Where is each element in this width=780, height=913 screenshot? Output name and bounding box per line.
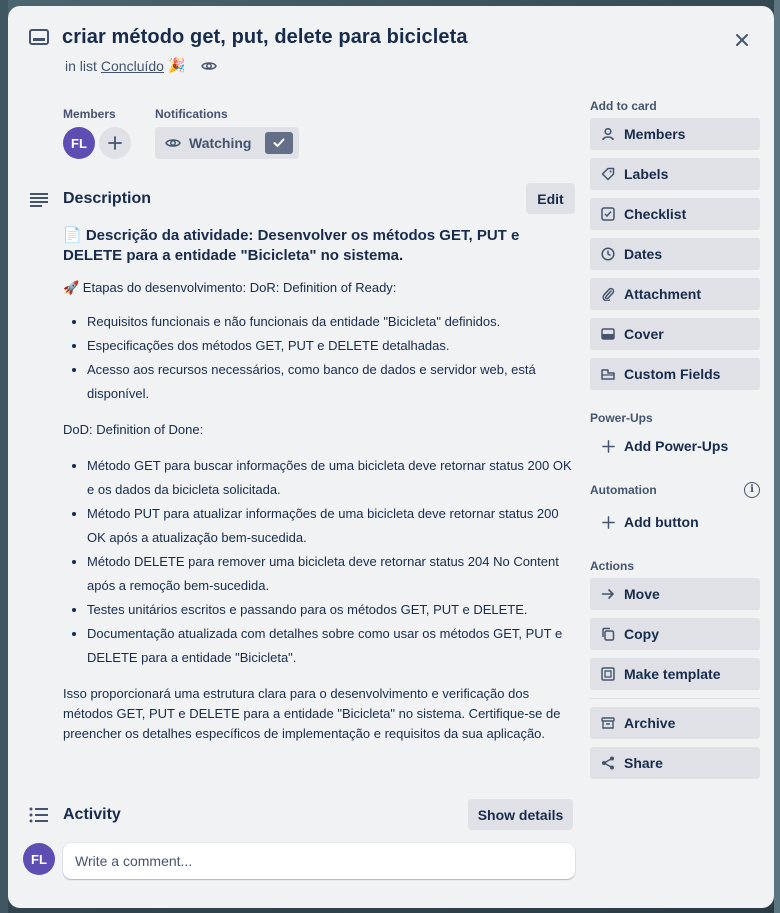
board-right-edge xyxy=(774,0,780,913)
eye-icon xyxy=(201,58,218,74)
copy-button[interactable]: Copy xyxy=(590,618,760,650)
add-button-button[interactable]: Add button xyxy=(590,506,760,538)
watching-button[interactable]: Watching xyxy=(155,127,300,159)
add-powerups-label: Add Power-Ups xyxy=(624,438,729,454)
activity-icon xyxy=(28,804,50,826)
list-item: Método DELETE para remover uma bicicleta… xyxy=(87,550,578,598)
make-template-button-label: Make template xyxy=(624,666,721,682)
watching-label: Watching xyxy=(189,135,252,151)
check-icon xyxy=(265,132,294,154)
cover-button-label: Cover xyxy=(624,326,664,342)
comment-input[interactable] xyxy=(63,843,575,879)
plus-icon xyxy=(108,136,122,150)
card-detail-modal: criar método get, put, delete para bicic… xyxy=(8,6,774,908)
dates-button-label: Dates xyxy=(624,246,663,262)
card-icon xyxy=(28,28,50,46)
copy-button-label: Copy xyxy=(624,626,659,642)
attachment-button[interactable]: Attachment xyxy=(590,278,760,310)
dor-list: Requisitos funcionais e não funcionais d… xyxy=(63,310,578,406)
card-sidebar: Add to card Members Labels Checklist Dat… xyxy=(590,96,760,787)
close-button[interactable] xyxy=(728,26,756,54)
edit-description-button[interactable]: Edit xyxy=(526,183,575,214)
archive-icon xyxy=(600,715,616,731)
labels-button[interactable]: Labels xyxy=(590,158,760,190)
list-name-link[interactable]: Concluído xyxy=(101,58,164,74)
clock-icon xyxy=(600,246,616,262)
member-avatar[interactable]: FL xyxy=(63,127,95,159)
plus-icon xyxy=(600,514,616,530)
actions-label: Actions xyxy=(590,559,635,573)
description-heading: 📄 Descrição da atividade: Desenvolver os… xyxy=(63,227,520,264)
show-details-button[interactable]: Show details xyxy=(468,799,573,830)
arrow-right-icon xyxy=(600,586,616,602)
share-button[interactable]: Share xyxy=(590,747,760,779)
description-icon xyxy=(28,189,50,211)
tag-icon xyxy=(600,166,616,182)
custom-fields-icon xyxy=(600,366,616,382)
cover-button[interactable]: Cover xyxy=(590,318,760,350)
dod-list: Método GET para buscar informações de um… xyxy=(63,454,578,670)
custom-fields-button-label: Custom Fields xyxy=(624,366,721,382)
copy-icon xyxy=(600,626,616,642)
list-item: Testes unitários escritos e passando par… xyxy=(87,598,578,622)
share-icon xyxy=(600,755,616,771)
description-body[interactable]: 📄 Descrição da atividade: Desenvolver os… xyxy=(63,226,578,744)
list-item: Requisitos funcionais e não funcionais d… xyxy=(87,310,578,334)
archive-button[interactable]: Archive xyxy=(590,707,760,739)
move-button-label: Move xyxy=(624,586,660,602)
info-icon[interactable]: i xyxy=(744,482,760,498)
card-title[interactable]: criar método get, put, delete para bicic… xyxy=(62,26,468,49)
checklist-icon xyxy=(600,206,616,222)
add-powerups-button[interactable]: Add Power-Ups xyxy=(590,430,760,462)
notifications-label: Notifications xyxy=(155,107,228,121)
automation-label: Automation i xyxy=(590,480,760,500)
description-dod-line: DoD: Definition of Done: xyxy=(63,422,204,437)
share-button-label: Share xyxy=(624,755,663,771)
powerups-label: Power-Ups xyxy=(590,411,653,425)
list-item: Método PUT para atualizar informações de… xyxy=(87,502,578,550)
description-title: Description xyxy=(63,190,152,207)
list-item: Método GET para buscar informações de um… xyxy=(87,454,578,502)
move-button[interactable]: Move xyxy=(590,578,760,610)
attachment-button-label: Attachment xyxy=(624,286,702,302)
description-steps-line: 🚀 Etapas do desenvolvimento: DoR: Defini… xyxy=(63,280,397,295)
add-button-label: Add button xyxy=(624,514,699,530)
template-icon xyxy=(600,666,616,682)
eye-icon xyxy=(165,139,181,147)
automation-label-text: Automation xyxy=(590,483,657,497)
plus-icon xyxy=(600,438,616,454)
description-final-paragraph: Isso proporcionará uma estrutura clara p… xyxy=(63,686,561,741)
list-item: Acesso aos recursos necessários, como ba… xyxy=(87,358,578,406)
activity-title: Activity xyxy=(63,806,121,823)
paperclip-icon xyxy=(600,286,616,302)
members-button[interactable]: Members xyxy=(590,118,760,150)
cover-icon xyxy=(600,326,616,342)
add-member-button[interactable] xyxy=(99,127,131,159)
checklist-button-label: Checklist xyxy=(624,206,687,222)
in-list-prefix: in list xyxy=(65,57,97,74)
labels-button-label: Labels xyxy=(624,166,669,182)
actions-divider xyxy=(590,698,760,699)
members-button-label: Members xyxy=(624,126,686,142)
in-list-line: in list Concluído 🎉 xyxy=(65,57,218,74)
members-label: Members xyxy=(63,107,116,121)
dates-button[interactable]: Dates xyxy=(590,238,760,270)
person-icon xyxy=(600,126,616,142)
comment-avatar: FL xyxy=(23,843,55,875)
party-emoji: 🎉 xyxy=(167,57,186,73)
add-to-card-label: Add to card xyxy=(590,99,657,113)
list-item: Especificações dos métodos GET, PUT e DE… xyxy=(87,334,578,358)
board-left-edge xyxy=(0,0,8,913)
custom-fields-button[interactable]: Custom Fields xyxy=(590,358,760,390)
checklist-button[interactable]: Checklist xyxy=(590,198,760,230)
close-icon xyxy=(736,34,748,46)
make-template-button[interactable]: Make template xyxy=(590,658,760,690)
archive-button-label: Archive xyxy=(624,715,676,731)
list-item: Documentação atualizada com detalhes sob… xyxy=(87,622,578,670)
